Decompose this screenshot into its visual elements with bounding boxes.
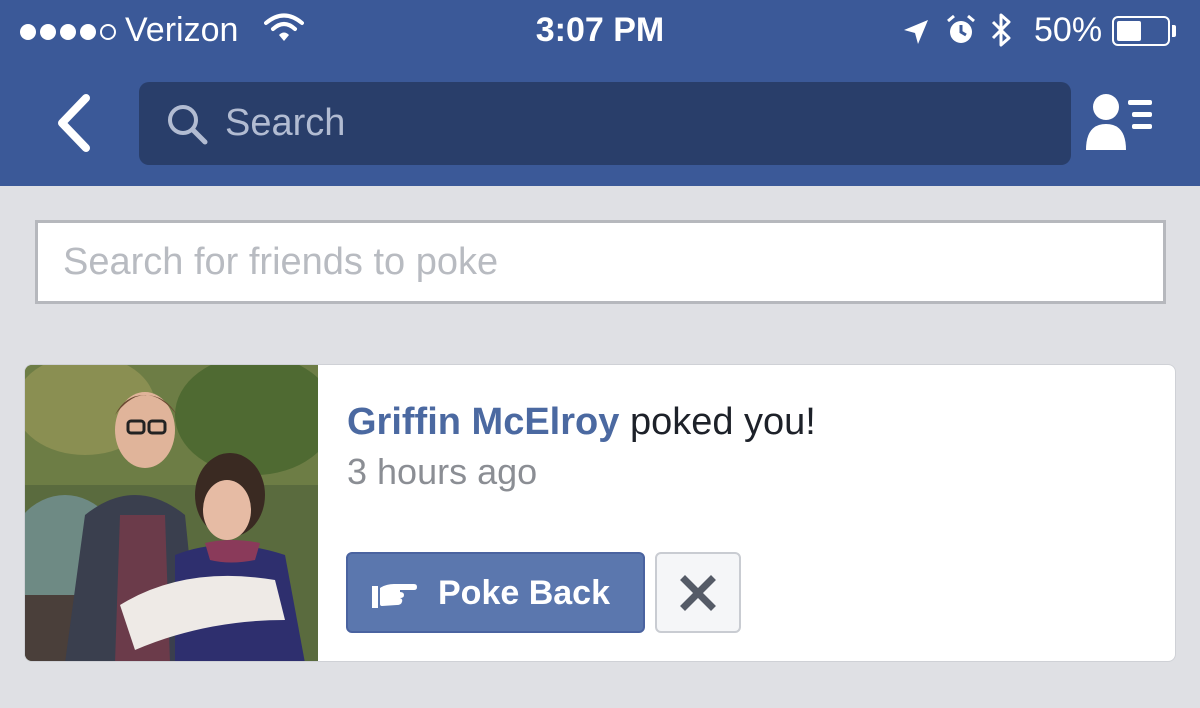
top-search-bar[interactable]: Search <box>139 82 1071 165</box>
poke-search-field[interactable] <box>35 220 1166 304</box>
status-time: 3:07 PM <box>535 11 665 49</box>
pointing-hand-icon <box>370 578 418 619</box>
battery-icon <box>1112 16 1170 46</box>
poker-name-link[interactable]: Griffin McElroy <box>347 401 619 443</box>
battery-tip <box>1172 25 1176 37</box>
alarm-clock-icon <box>946 14 976 55</box>
poke-back-label: Poke Back <box>438 574 610 612</box>
location-arrow-icon <box>902 16 930 55</box>
status-bar: Verizon 3:07 PM 50% <box>0 0 1200 62</box>
poke-action-text: poked you! <box>629 401 816 443</box>
search-placeholder: Search <box>225 102 346 144</box>
friend-requests-icon <box>1086 94 1152 150</box>
bluetooth-icon <box>990 12 1014 57</box>
poke-card: Griffin McElroy poked you! 3 hours ago P… <box>24 364 1176 662</box>
back-button[interactable] <box>50 92 100 154</box>
friend-requests-button[interactable] <box>1084 92 1156 157</box>
battery-level <box>1117 21 1141 41</box>
poke-back-button[interactable]: Poke Back <box>346 552 645 633</box>
chevron-left-icon <box>58 94 90 152</box>
poke-message: Griffin McElroy poked you! <box>347 401 816 444</box>
dismiss-button[interactable] <box>655 552 741 633</box>
poke-timestamp: 3 hours ago <box>347 451 538 492</box>
app-header: Verizon 3:07 PM 50% Search <box>0 0 1200 186</box>
close-icon <box>680 575 716 611</box>
battery-percentage: 50% <box>1034 11 1103 49</box>
profile-photo[interactable] <box>25 365 318 662</box>
poke-search-input[interactable] <box>38 223 1163 301</box>
search-icon <box>165 102 209 151</box>
